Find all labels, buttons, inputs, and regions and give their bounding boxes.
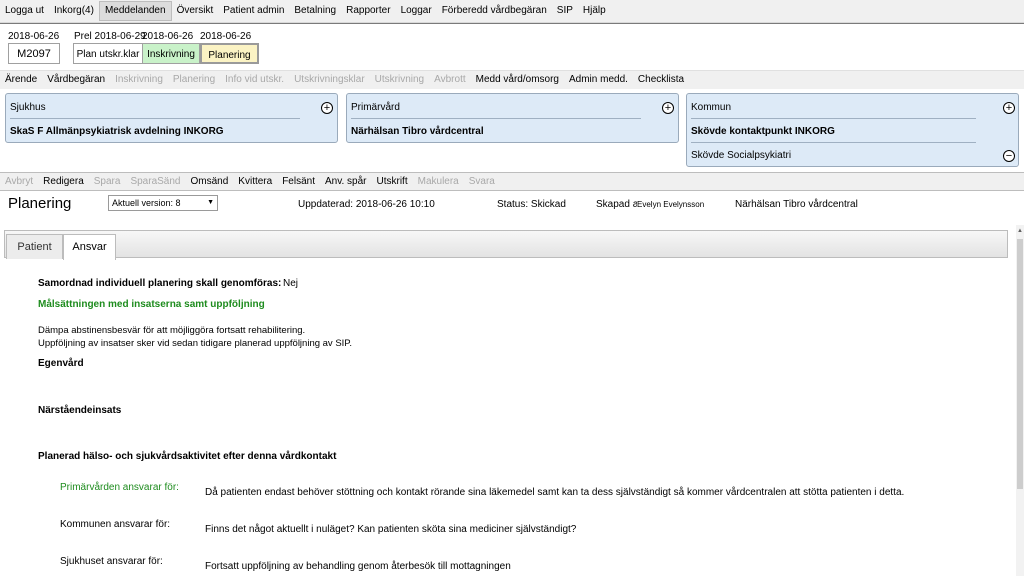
sjukhus-panel: Sjukhus + SkaS F Allmänpsykiatrisk avdel… xyxy=(5,93,338,143)
add-sjukhus-icon[interactable]: + xyxy=(321,102,333,114)
page-title: Planering xyxy=(8,195,72,212)
menu-sip[interactable]: SIP xyxy=(552,1,578,21)
inskrivning-date: 2018-06-26 xyxy=(142,31,194,42)
kommun-title: Kommun xyxy=(691,102,732,113)
kommun-ansvar-label: Kommunen ansvarar för: xyxy=(60,519,171,530)
planering-date: 2018-06-26 xyxy=(200,31,252,42)
divider xyxy=(0,190,1024,191)
status-text: Status: Skickad xyxy=(497,199,566,210)
sjukhus-value: SkaS F Allmänpsykiatrisk avdelning INKOR… xyxy=(10,126,224,137)
ansvar-content: Samordnad individuell planering skall ge… xyxy=(0,258,1016,576)
tb-avbrott: Avbrott xyxy=(434,74,466,85)
narstaende-heading: Närståendeinsats xyxy=(38,405,122,416)
tb-avbryt: Avbryt xyxy=(5,176,34,187)
plan-utskr-klar-step[interactable]: Plan utskr.klar xyxy=(73,43,143,64)
tb-vardbegaran[interactable]: Vårdbegäran xyxy=(42,71,110,89)
menu-patient-admin[interactable]: Patient admin xyxy=(218,1,289,21)
tb-anv-spar[interactable]: Anv. spår xyxy=(320,173,372,191)
planerad-heading: Planerad hälso- och sjukvårdsaktivitet e… xyxy=(38,451,337,462)
divider xyxy=(0,23,1024,24)
sjukhus-title: Sjukhus xyxy=(10,102,46,113)
samordnad-value: Nej xyxy=(283,278,299,289)
kommun-value-2: Skövde Socialpsykiatri xyxy=(691,150,792,161)
tb-info-vid-utskr: Info vid utskr. xyxy=(225,74,285,85)
document-toolbar: Avbryt Redigera Spara SparaSänd Omsänd K… xyxy=(0,172,1024,191)
primarvard-value: Närhälsan Tibro vårdcentral xyxy=(351,126,484,137)
tb-utskrivningsklar: Utskrivningsklar xyxy=(294,74,365,85)
primarvard-ansvar-text: Då patienten endast behöver stöttning oc… xyxy=(205,487,905,498)
scroll-up-icon[interactable]: ▲ xyxy=(1017,228,1023,234)
created-by-name: Evelyn Evelynsson xyxy=(637,200,730,209)
primarvard-ansvar-label: Primärvården ansvarar för: xyxy=(60,482,179,493)
tb-arende[interactable]: Ärende xyxy=(0,71,42,89)
tb-utskrift[interactable]: Utskrift xyxy=(372,173,413,191)
primarvard-title: Primärvård xyxy=(351,102,400,113)
menu-rapporter[interactable]: Rapporter xyxy=(341,1,395,21)
kommun-panel: Kommun + Skövde kontaktpunkt INKORG Sköv… xyxy=(686,93,1019,167)
divider xyxy=(691,142,976,143)
egenvard-heading: Egenvård xyxy=(38,358,84,369)
divider xyxy=(351,118,641,119)
inskrivning-step[interactable]: Inskrivning xyxy=(142,43,200,64)
menu-hjalp[interactable]: Hjälp xyxy=(578,1,611,21)
tb-svara: Svara xyxy=(468,176,495,187)
kommun-value: Skövde kontaktpunkt INKORG xyxy=(691,126,835,137)
tb-spara: Spara xyxy=(93,176,121,187)
tab-patient[interactable]: Patient xyxy=(6,234,63,259)
chevron-down-icon: ▼ xyxy=(207,199,214,206)
case-toolbar: Ärende Vårdbegäran Inskrivning Planering… xyxy=(0,70,1024,89)
kommun-ansvar-text: Finns det något aktuellt i nuläget? Kan … xyxy=(205,524,577,535)
menu-meddelanden[interactable]: Meddelanden xyxy=(98,1,172,21)
case-id-box[interactable]: M2097 xyxy=(8,43,60,64)
divider xyxy=(691,118,976,119)
tb-makulera: Makulera xyxy=(417,176,459,187)
divider xyxy=(10,118,300,119)
case-id-date: 2018-06-26 xyxy=(8,31,60,42)
menu-loggar[interactable]: Loggar xyxy=(396,1,437,21)
version-select[interactable]: Aktuell version: 8 ▼ xyxy=(108,195,218,211)
malsattning-line-2: Uppföljning av insatser sker vid sedan t… xyxy=(38,338,353,349)
tb-utskrivning: Utskrivning xyxy=(374,74,425,85)
sjukhus-ansvar-label: Sjukhuset ansvarar för: xyxy=(60,556,163,567)
samordnad-label: Samordnad individuell planering skall ge… xyxy=(38,278,282,289)
malsattning-line-1: Dämpa abstinensbesvär för att möjliggöra… xyxy=(38,325,306,336)
tb-kvittera[interactable]: Kvittera xyxy=(233,173,277,191)
menu-oversikt[interactable]: Översikt xyxy=(172,1,219,21)
tb-sparasand: SparaSänd xyxy=(130,176,181,187)
add-kommun-icon[interactable]: + xyxy=(1003,102,1015,114)
tb-redigera[interactable]: Redigera xyxy=(38,173,89,191)
add-primarvard-icon[interactable]: + xyxy=(662,102,674,114)
menu-inkorg[interactable]: Inkorg(4) xyxy=(49,1,99,21)
menu-betalning[interactable]: Betalning xyxy=(289,1,341,21)
document-info-bar: Planering Aktuell version: 8 ▼ Uppdatera… xyxy=(0,193,1024,217)
main-menu-bar: Logga ut Inkorg(4) Meddelanden Översikt … xyxy=(0,0,1024,23)
created-unit: Närhälsan Tibro vårdcentral xyxy=(735,199,858,210)
primarvard-panel: Primärvård + Närhälsan Tibro vårdcentral xyxy=(346,93,679,143)
remove-kommun-icon[interactable]: − xyxy=(1003,150,1015,162)
tb-felsant[interactable]: Felsänt xyxy=(277,173,320,191)
tab-bar: Patient Ansvar xyxy=(4,230,1008,260)
tb-omsand[interactable]: Omsänd xyxy=(186,173,234,191)
malsattning-heading: Målsättningen med insatserna samt uppföl… xyxy=(38,299,265,310)
tab-ansvar[interactable]: Ansvar xyxy=(63,234,116,260)
menu-forberedd-vardbegaran[interactable]: Förberedd vårdbegäran xyxy=(437,1,552,21)
tb-checklista[interactable]: Checklista xyxy=(633,71,689,89)
updated-text: Uppdaterad: 2018-06-26 10:10 xyxy=(298,199,435,210)
sjukhus-ansvar-text: Fortsatt uppföljning av behandling genom… xyxy=(205,561,511,572)
prel-date: Prel 2018-06-29 xyxy=(74,31,146,42)
tb-medd-vard-omsorg[interactable]: Medd vård/omsorg xyxy=(471,71,564,89)
tb-planering: Planering xyxy=(172,74,216,85)
menu-logga-ut[interactable]: Logga ut xyxy=(0,1,49,21)
case-status-row: 2018-06-26 M2097 Prel 2018-06-29 Plan ut… xyxy=(0,26,1024,68)
tb-admin-medd[interactable]: Admin medd. xyxy=(564,71,633,89)
tb-inskrivning: Inskrivning xyxy=(115,74,163,85)
version-select-value: Aktuell version: 8 xyxy=(112,198,181,208)
scrollbar-thumb[interactable] xyxy=(1017,239,1023,489)
vertical-scrollbar[interactable]: ▲ xyxy=(1016,225,1024,576)
planering-step[interactable]: Planering xyxy=(200,43,259,64)
